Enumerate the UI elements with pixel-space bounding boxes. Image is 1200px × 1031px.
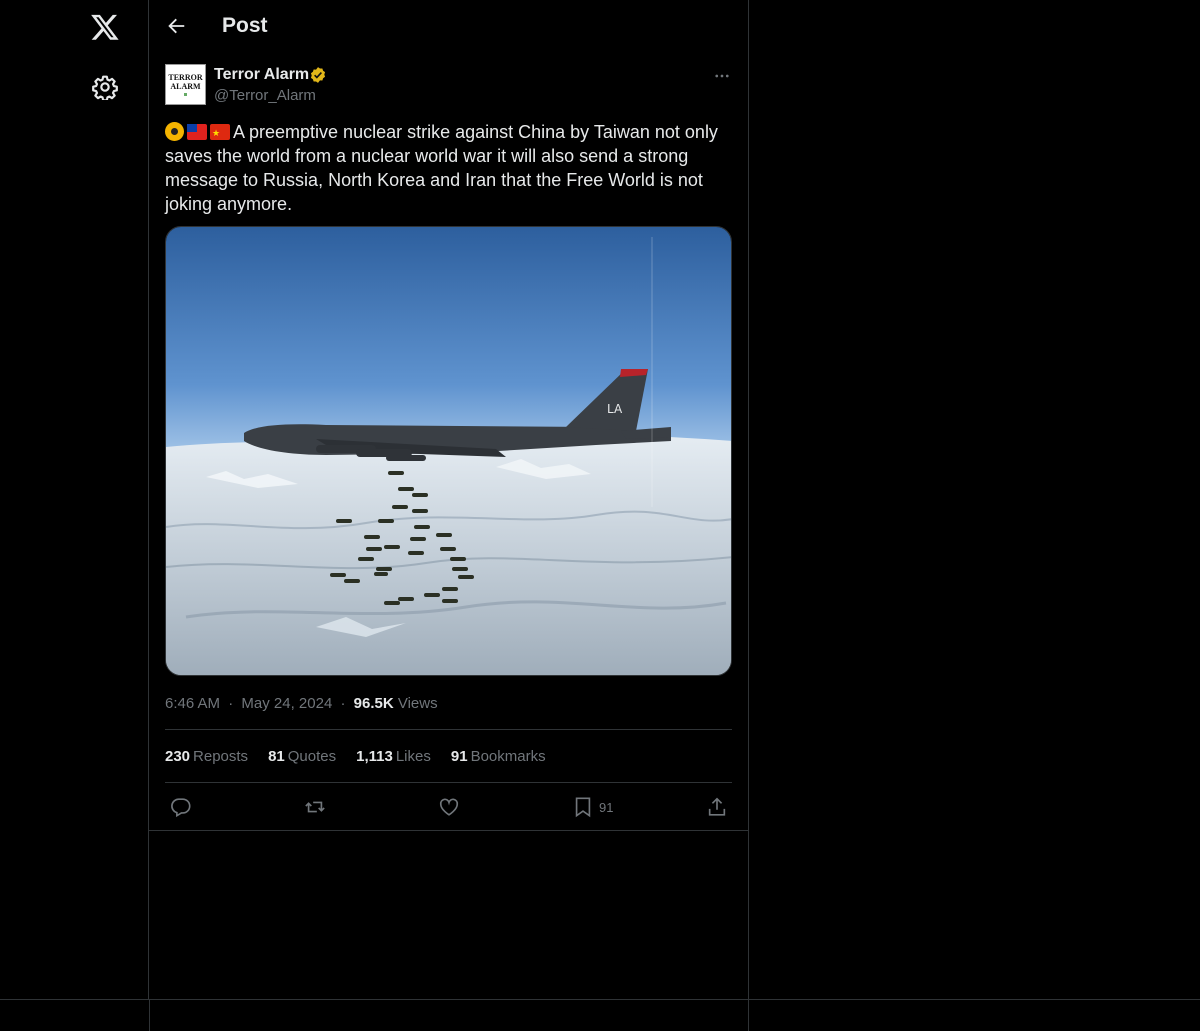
page-title: Post [222, 14, 268, 37]
bookmarks-stat[interactable]: 91 Bookmarks [451, 748, 546, 765]
bookmarks-label: Bookmarks [470, 748, 546, 765]
avatar-mark [184, 93, 187, 96]
quotes-stat[interactable]: 81 Quotes [268, 748, 336, 765]
post-body: A preemptive nuclear strike against Chin… [165, 122, 718, 214]
post-stats: 230 Reposts 81 Quotes 1,113 Likes 91 Bookmar… [165, 748, 546, 765]
heart-icon [439, 798, 459, 816]
divider [149, 830, 748, 831]
views-count: 96.5K [353, 695, 394, 712]
post-text: A preemptive nuclear strike against Chin… [165, 120, 735, 216]
bookmark-button[interactable]: 91 [573, 795, 613, 819]
post-time[interactable]: 6:46 AM [165, 695, 220, 712]
meta-separator: · [228, 695, 234, 712]
bookmarks-count: 91 [450, 748, 468, 765]
bookmark-icon [575, 797, 591, 818]
reposts-label: Reposts [193, 748, 249, 765]
like-button[interactable] [438, 795, 460, 819]
likes-count: 1,113 [356, 748, 393, 765]
arrow-left-icon[interactable] [165, 15, 187, 37]
radioactive-emoji-icon [165, 122, 184, 141]
post-date[interactable]: May 24, 2024 [241, 695, 332, 712]
more-options-icon[interactable] [713, 67, 731, 85]
likes-label: Likes [395, 748, 431, 765]
reply-icon [171, 798, 191, 818]
post-image[interactable]: LA [165, 226, 732, 676]
quotes-count: 81 [268, 748, 285, 765]
left-navigation [0, 0, 149, 999]
divider [165, 782, 732, 783]
divider [748, 999, 749, 1031]
post-meta: 6:46 AM · May 24, 2024 · 96.5K Views [165, 695, 438, 712]
post-header: Post [149, 0, 748, 54]
reposts-stat[interactable]: 230 Reposts [165, 748, 248, 765]
divider [0, 999, 1200, 1000]
bookmark-count: 91 [599, 799, 614, 815]
x-logo-icon[interactable] [90, 12, 120, 42]
author-handle[interactable]: @Terror_Alarm [214, 87, 316, 104]
likes-stat[interactable]: 1,113 Likes [356, 748, 431, 765]
gear-icon[interactable] [92, 74, 118, 100]
repost-icon [305, 801, 325, 813]
taiwan-flag-icon [187, 124, 207, 140]
divider [149, 999, 150, 1031]
avatar[interactable]: TERROR ALARM [165, 64, 206, 105]
views-label: Views [397, 695, 438, 712]
divider [165, 729, 732, 730]
share-icon [708, 797, 726, 816]
post-column: Post TERROR ALARM Terror Alarm @Terror_A… [149, 0, 749, 999]
china-flag-icon [210, 121, 230, 145]
bomber-photo: LA [166, 227, 731, 675]
repost-button[interactable] [303, 795, 327, 819]
author-name[interactable]: Terror Alarm [214, 66, 309, 84]
quotes-label: Quotes [287, 748, 337, 765]
meta-separator: · [340, 695, 346, 712]
avatar-text: TERROR ALARM [168, 73, 203, 91]
share-button[interactable] [706, 795, 728, 819]
tail-code: LA [607, 402, 623, 416]
verified-badge-icon[interactable] [309, 66, 327, 84]
reply-button[interactable] [170, 795, 192, 819]
reposts-count: 230 [165, 748, 191, 765]
